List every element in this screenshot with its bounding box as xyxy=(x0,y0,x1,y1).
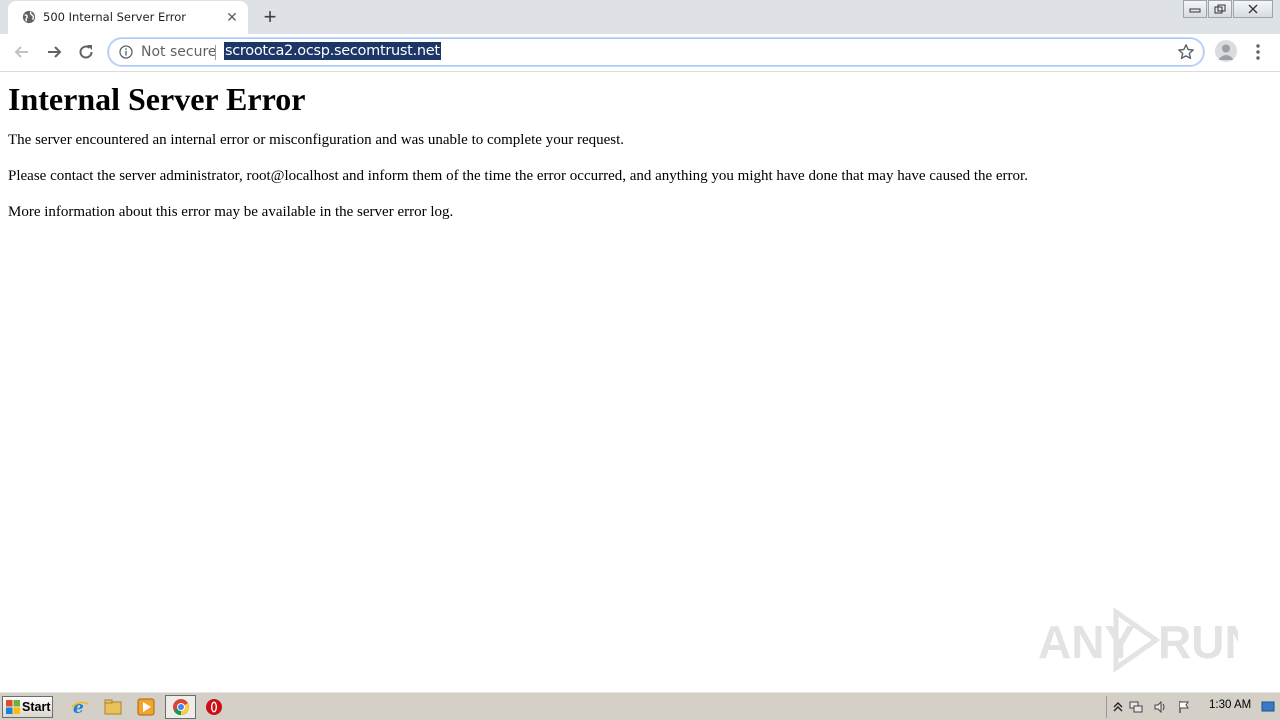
chrome-taskbar-button[interactable] xyxy=(165,695,196,719)
kebab-menu-icon[interactable] xyxy=(1250,42,1266,62)
reload-icon xyxy=(79,45,93,59)
back-arrow-icon xyxy=(14,46,28,58)
globe-icon xyxy=(22,10,36,24)
new-tab-button[interactable]: + xyxy=(258,4,282,29)
chrome-icon xyxy=(173,699,190,716)
browser-tab[interactable]: 500 Internal Server Error ✕ xyxy=(8,1,248,34)
bookmark-star-icon[interactable] xyxy=(1177,43,1195,61)
network-icon[interactable] xyxy=(1129,700,1143,714)
minimize-icon[interactable] xyxy=(1183,0,1207,18)
anyrun-watermark-logo: ANY RUN xyxy=(1038,607,1238,673)
omnibox-divider xyxy=(215,45,216,60)
forward-arrow-icon xyxy=(48,46,62,58)
media-player-icon[interactable] xyxy=(137,698,155,716)
browser-toolbar: Not secure scrootca2.ocsp.secomtrust.net xyxy=(0,34,1280,72)
tab-close-icon[interactable]: ✕ xyxy=(222,7,242,27)
opera-icon[interactable] xyxy=(205,698,223,716)
forward-button[interactable] xyxy=(42,40,66,64)
close-icon[interactable] xyxy=(1233,0,1273,18)
show-desktop-icon[interactable] xyxy=(1261,700,1275,714)
start-label: Start xyxy=(22,700,51,714)
info-icon[interactable] xyxy=(119,45,133,59)
clock[interactable]: 1:30 AM xyxy=(1209,699,1251,711)
browser-titlebar: 500 Internal Server Error ✕ + xyxy=(0,0,1280,34)
back-button[interactable] xyxy=(10,40,34,64)
error-message-paragraph: The server encountered an internal error… xyxy=(8,132,625,148)
svg-text:RUN: RUN xyxy=(1158,616,1238,668)
security-status[interactable]: Not secure xyxy=(141,44,217,60)
system-tray xyxy=(1106,696,1277,718)
action-center-flag-icon[interactable] xyxy=(1177,700,1191,714)
show-hidden-icons-icon[interactable] xyxy=(1111,700,1125,714)
reload-button[interactable] xyxy=(74,40,98,64)
address-bar[interactable]: Not secure scrootca2.ocsp.secomtrust.net xyxy=(108,38,1204,66)
start-button[interactable]: Start xyxy=(2,696,53,718)
tab-title: 500 Internal Server Error xyxy=(43,10,186,24)
internet-explorer-icon[interactable]: e xyxy=(71,698,89,716)
contact-admin-paragraph: Please contact the server administrator,… xyxy=(8,168,1028,184)
more-info-paragraph: More information about this error may be… xyxy=(8,204,454,220)
svg-text:e: e xyxy=(73,698,84,716)
windows-taskbar: Start e 1:30 AM xyxy=(0,692,1280,720)
url-text[interactable]: scrootca2.ocsp.secomtrust.net xyxy=(224,42,441,60)
profile-avatar-icon[interactable] xyxy=(1215,40,1237,62)
windows-logo-icon xyxy=(6,700,20,714)
page-title: Internal Server Error xyxy=(8,81,306,117)
folder-icon[interactable] xyxy=(104,698,122,716)
restore-icon[interactable] xyxy=(1208,0,1232,18)
volume-icon[interactable] xyxy=(1153,700,1167,714)
svg-text:ANY: ANY xyxy=(1038,616,1135,668)
page-content: Internal Server Error The server encount… xyxy=(8,72,1272,240)
